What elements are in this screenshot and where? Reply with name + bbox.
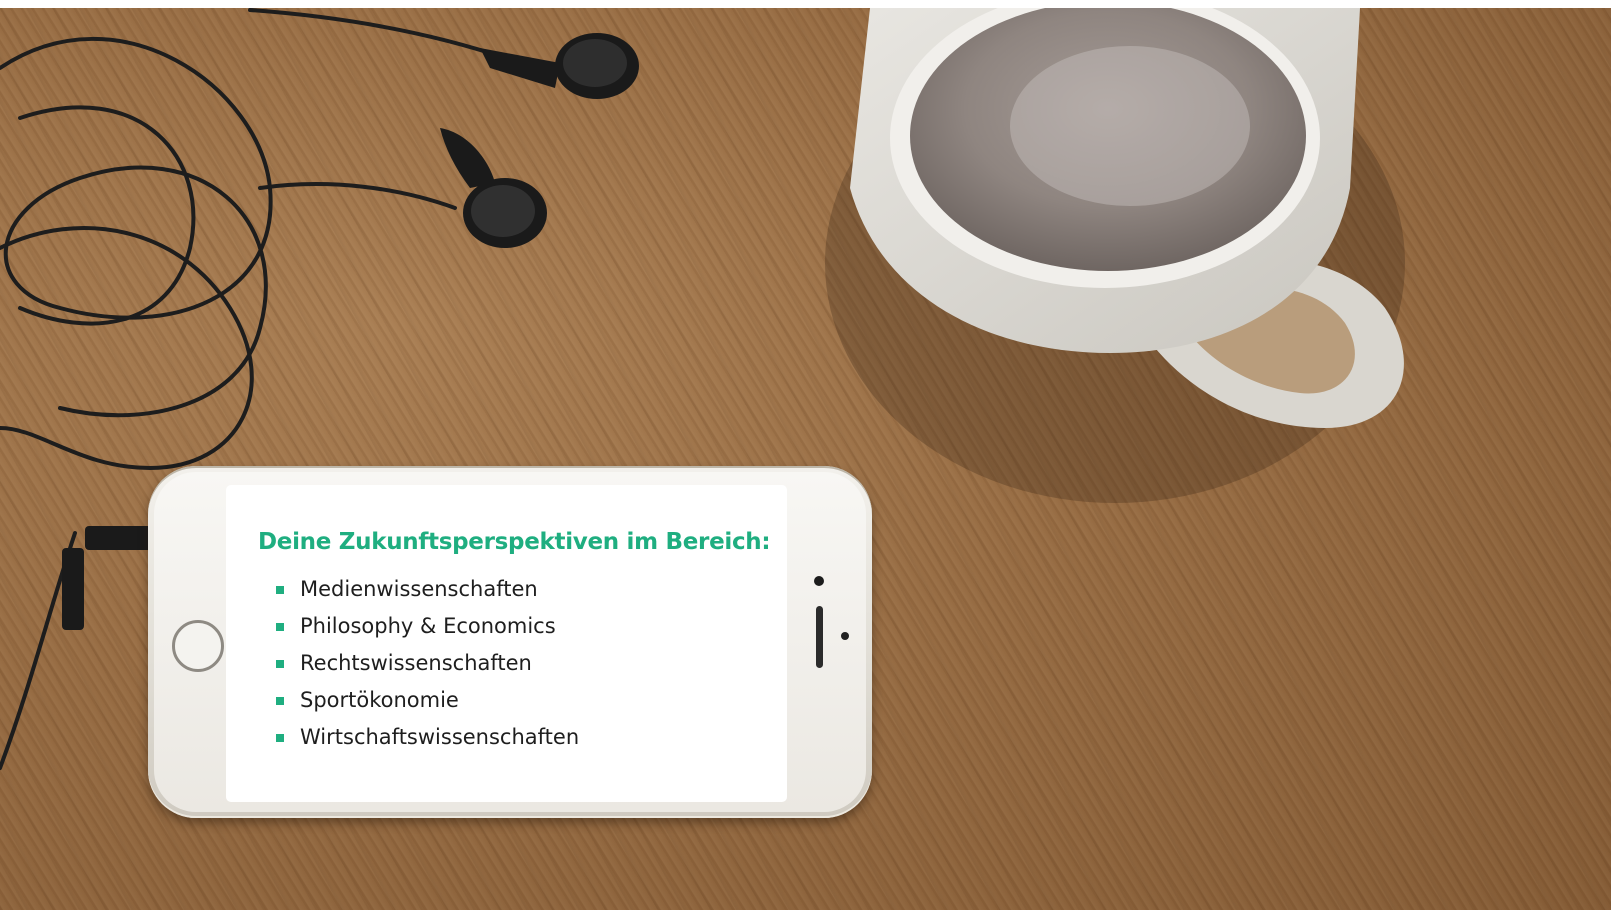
list-item: Philosophy & Economics (258, 608, 767, 645)
earbud-left (480, 33, 639, 99)
list-item-label: Wirtschaftswissenschaften (300, 725, 580, 749)
card-heading: Deine Zukunftsperspektiven im Bereich: (258, 529, 771, 555)
square-bullet-icon (276, 623, 284, 631)
list-item: Medienwissenschaften (258, 571, 767, 608)
earbud-right (440, 128, 547, 248)
coffee-mug-icon (825, 8, 1405, 503)
proximity-sensor (841, 632, 849, 640)
headphone-jack-plug (62, 526, 153, 630)
earpiece-speaker (816, 606, 823, 668)
list-item-label: Rechtswissenschaften (300, 651, 532, 675)
square-bullet-icon (276, 697, 284, 705)
list-item: Sportökonomie (258, 682, 767, 719)
phone-screen-card: Deine Zukunftsperspektiven im Bereich: M… (226, 485, 787, 802)
study-fields-list: Medienwissenschaften Philosophy & Econom… (258, 571, 767, 756)
front-camera (814, 576, 824, 586)
square-bullet-icon (276, 586, 284, 594)
list-item-label: Sportökonomie (300, 688, 459, 712)
home-button (172, 620, 224, 672)
square-bullet-icon (276, 734, 284, 742)
list-item-label: Philosophy & Economics (300, 614, 556, 638)
list-item: Wirtschaftswissenschaften (258, 719, 767, 756)
list-item-label: Medienwissenschaften (300, 577, 538, 601)
list-item: Rechtswissenschaften (258, 645, 767, 682)
square-bullet-icon (276, 660, 284, 668)
